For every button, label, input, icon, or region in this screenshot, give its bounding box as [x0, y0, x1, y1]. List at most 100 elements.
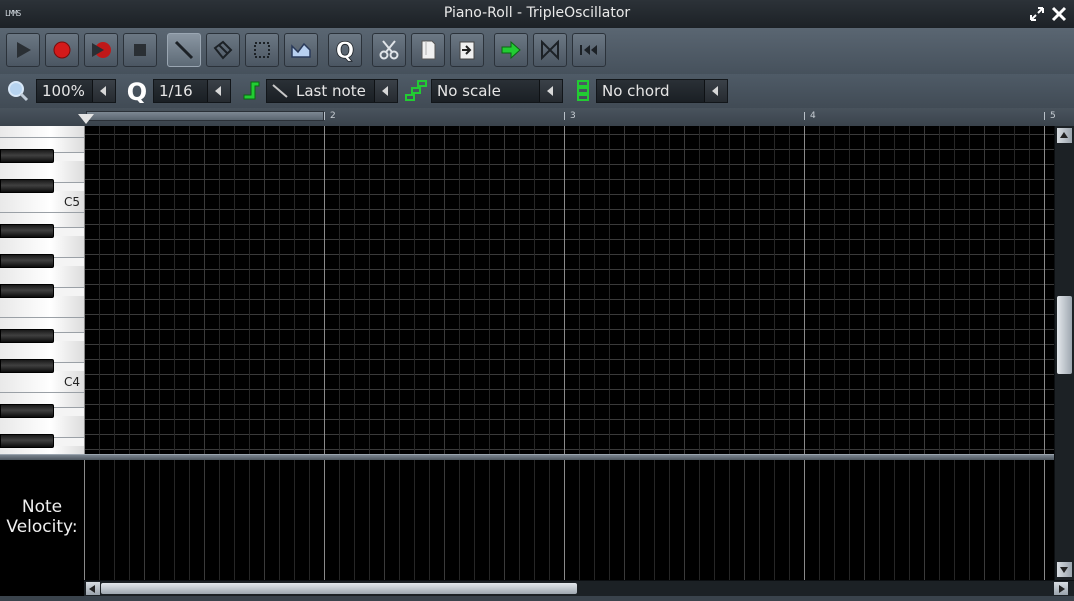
window-title: Piano-Roll - TripleOscillator: [443, 5, 631, 21]
bar-tick: [804, 112, 805, 120]
velocity-editor[interactable]: [84, 460, 1054, 580]
white-key[interactable]: [0, 126, 84, 138]
vertical-scrollbar[interactable]: [1054, 126, 1074, 580]
chevron-left-icon[interactable]: [92, 80, 115, 102]
select-mode-button[interactable]: [245, 33, 279, 67]
key-label-c5: C5: [63, 195, 80, 209]
skip-back-icon: [580, 45, 597, 55]
pencil-icon: [272, 84, 288, 98]
horizontal-scrollbar[interactable]: [84, 580, 1074, 596]
loop-region[interactable]: [86, 111, 324, 121]
stop-button[interactable]: [123, 33, 157, 67]
automation-icon: [291, 42, 311, 58]
timeline[interactable]: 2 3 4 5: [0, 108, 1074, 127]
eraser-icon: [213, 40, 233, 60]
paste-icon: [459, 41, 475, 60]
black-key[interactable]: [0, 434, 54, 448]
scrollbar-corner: [0, 580, 84, 596]
black-key[interactable]: [0, 254, 54, 268]
bar-tick: [324, 112, 325, 120]
scroll-right-button[interactable]: [1054, 582, 1068, 595]
arrow-right-icon: [501, 40, 521, 60]
chevron-left-icon[interactable]: [539, 80, 562, 102]
record-play-icon: [92, 42, 111, 58]
scroll-up-button[interactable]: [1057, 128, 1072, 143]
note-grid[interactable]: [84, 126, 1054, 454]
velocity-label-line2: Velocity:: [6, 517, 78, 537]
velocity-label-line1: Note: [21, 497, 63, 517]
window-bottom-edge: [0, 596, 1074, 601]
erase-mode-button[interactable]: [206, 33, 240, 67]
record-while-playing-button[interactable]: [84, 33, 118, 67]
copy-button[interactable]: [411, 33, 445, 67]
note-length-combobox[interactable]: Last note: [266, 79, 398, 103]
scroll-down-button[interactable]: [1057, 562, 1072, 577]
scale-icon: [403, 78, 429, 104]
play-button[interactable]: [6, 33, 40, 67]
svg-text:Q: Q: [336, 39, 355, 62]
zoom-value: 100%: [42, 82, 85, 100]
bowtie-icon: [541, 39, 559, 61]
key-label-c4: C4: [63, 375, 80, 389]
scale-combobox[interactable]: No scale: [431, 79, 563, 103]
grid-lines: [84, 126, 1054, 454]
black-key[interactable]: [0, 149, 54, 163]
draw-mode-button[interactable]: [167, 33, 201, 67]
piano-keyboard[interactable]: C5 C4: [0, 126, 84, 454]
quantize-combobox[interactable]: 1/16: [153, 79, 231, 103]
bar-label: 3: [570, 111, 576, 121]
black-key[interactable]: [0, 224, 54, 238]
play-icon: [17, 42, 31, 58]
bar-label: 4: [810, 111, 816, 121]
title-bar: LMMS Piano-Roll - TripleOscillator: [0, 0, 1074, 28]
stop-behaviour-start-button[interactable]: [572, 33, 606, 67]
stop-behaviour-return-button[interactable]: [494, 33, 528, 67]
close-icon[interactable]: [1050, 5, 1068, 23]
selection-icon: [254, 42, 270, 58]
black-key[interactable]: [0, 284, 54, 298]
scroll-left-button[interactable]: [86, 582, 100, 595]
note-length-icon: [238, 78, 264, 104]
cut-button[interactable]: [372, 33, 406, 67]
note-length-value: Last note: [296, 82, 366, 100]
white-key[interactable]: [0, 296, 84, 318]
paste-button[interactable]: [450, 33, 484, 67]
pencil-icon: [174, 40, 194, 60]
stop-behaviour-keep-button[interactable]: [533, 33, 567, 67]
zoom-combobox[interactable]: 100%: [36, 79, 116, 103]
record-icon: [53, 41, 71, 59]
chevron-left-icon[interactable]: [207, 80, 230, 102]
record-button[interactable]: [45, 33, 79, 67]
bar-label: 2: [330, 111, 336, 121]
black-key[interactable]: [0, 359, 54, 373]
horizontal-scroll-thumb[interactable]: [101, 583, 577, 594]
chord-combobox[interactable]: No chord: [596, 79, 728, 103]
svg-text:Q: Q: [127, 79, 147, 103]
velocity-grid-lines: [84, 460, 1054, 580]
black-key[interactable]: [0, 329, 54, 343]
edit-toolbar: 100% Q 1/16 Last note No scale No chord: [0, 74, 1074, 109]
quantize-value: 1/16: [159, 82, 193, 100]
piano-roll-window: LMMS Piano-Roll - TripleOscillator Q 100…: [0, 0, 1074, 601]
bar-label: 5: [1050, 111, 1056, 121]
grid-background: [84, 460, 1054, 580]
vertical-scroll-thumb[interactable]: [1057, 296, 1072, 374]
detune-mode-button[interactable]: [284, 33, 318, 67]
scissors-icon: [379, 40, 399, 60]
chevron-left-icon[interactable]: [374, 80, 397, 102]
bar-tick: [1044, 112, 1045, 120]
quantize-icon: Q: [335, 39, 355, 62]
stop-icon: [134, 44, 146, 56]
velocity-label: Note Velocity:: [0, 460, 84, 580]
black-key[interactable]: [0, 404, 54, 418]
main-toolbar: Q: [0, 28, 1074, 75]
black-key[interactable]: [0, 179, 54, 193]
chevron-left-icon[interactable]: [704, 80, 727, 102]
position-marker[interactable]: [78, 114, 94, 124]
chord-value: No chord: [602, 82, 670, 100]
zoom-icon: [5, 78, 31, 104]
copy-icon: [421, 40, 436, 60]
quantize-icon: Q: [124, 78, 150, 104]
quantize-button[interactable]: Q: [328, 33, 362, 67]
maximize-icon[interactable]: [1028, 5, 1046, 23]
